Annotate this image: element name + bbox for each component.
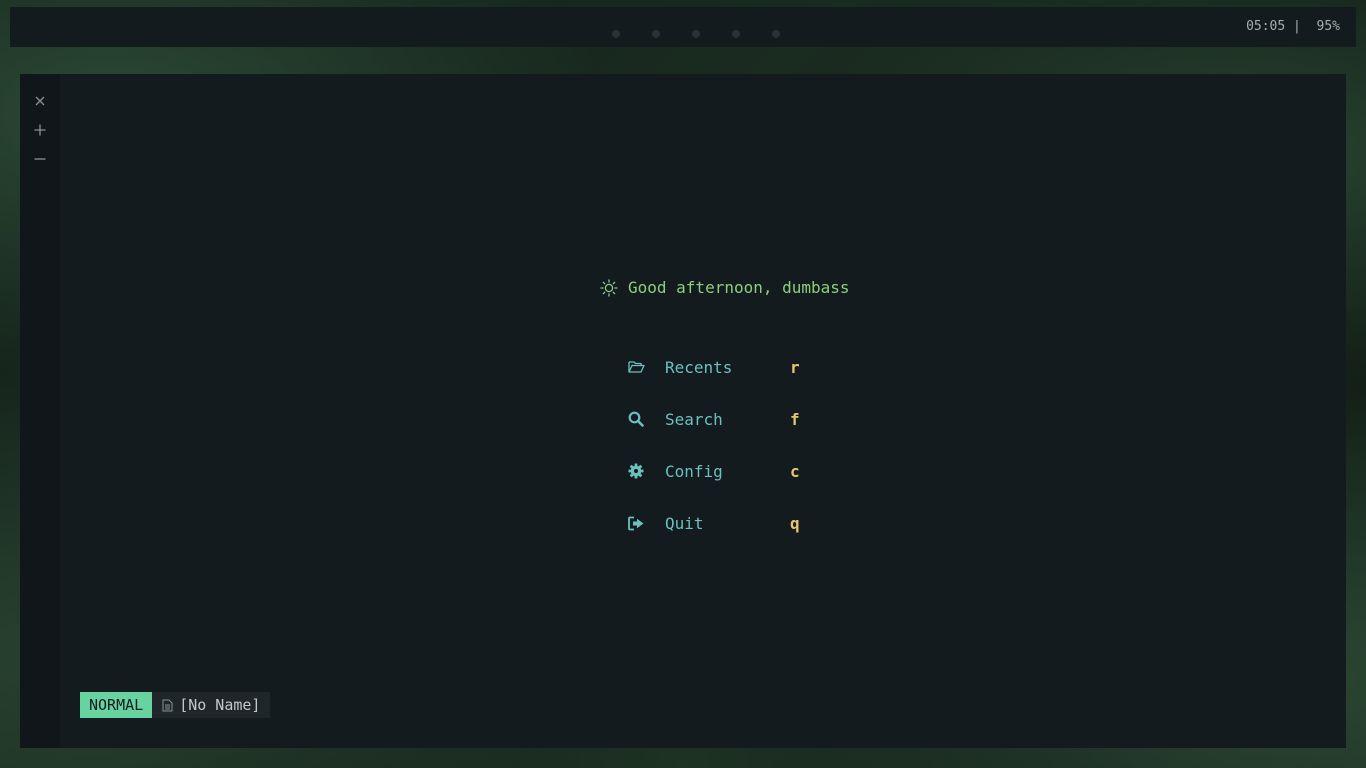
workspace-dot-3[interactable] xyxy=(692,30,700,38)
clock: 05:05 xyxy=(1246,19,1286,34)
minus-icon xyxy=(34,158,46,160)
search-icon xyxy=(627,410,645,428)
menu-item-label: Recents xyxy=(665,357,733,377)
workspace-dot-4[interactable] xyxy=(732,30,740,38)
close-icon xyxy=(35,96,45,106)
window-controls-gutter xyxy=(20,74,60,748)
menu-item-config[interactable]: Config c xyxy=(627,458,800,484)
editor-window: Good afternoon, dumbass Recents r Search… xyxy=(20,74,1346,748)
dashboard-greeting: Good afternoon, dumbass xyxy=(600,278,850,297)
top-bar: 05:05 | 95% xyxy=(10,7,1356,47)
battery-level: 95% xyxy=(1316,19,1340,34)
greeting-text: Good afternoon, dumbass xyxy=(628,278,850,297)
close-window-button[interactable] xyxy=(20,90,60,112)
maximize-window-button[interactable] xyxy=(20,119,60,141)
workspace-indicators xyxy=(612,30,780,38)
mode-indicator: NORMAL xyxy=(80,692,153,718)
dashboard-menu: Recents r Search f Config c Quit q xyxy=(627,354,800,562)
menu-item-label: Config xyxy=(665,461,723,481)
file-name: [No Name] xyxy=(179,696,261,714)
system-status: 05:05 | 95% xyxy=(1246,19,1340,34)
menu-item-recents[interactable]: Recents r xyxy=(627,354,800,380)
menu-item-search[interactable]: Search f xyxy=(627,406,800,432)
file-icon xyxy=(162,699,173,711)
status-line: NORMAL [No Name] xyxy=(80,692,271,718)
workspace-dot-5[interactable] xyxy=(772,30,780,38)
workspace-dot-2[interactable] xyxy=(652,30,660,38)
menu-item-label: Quit xyxy=(665,513,704,533)
menu-item-quit[interactable]: Quit q xyxy=(627,510,800,536)
menu-item-shortcut: r xyxy=(790,357,800,377)
workspace-dot-1[interactable] xyxy=(612,30,620,38)
file-info: [No Name] xyxy=(152,692,271,718)
sun-icon xyxy=(600,278,618,297)
status-separator: | xyxy=(1285,19,1309,34)
minimize-window-button[interactable] xyxy=(20,148,60,170)
menu-item-label: Search xyxy=(665,409,723,429)
gear-icon xyxy=(627,462,645,480)
menu-item-shortcut: c xyxy=(790,461,800,481)
sign-out-icon xyxy=(627,514,645,532)
menu-item-shortcut: q xyxy=(790,513,800,533)
plus-icon xyxy=(34,124,46,136)
menu-item-shortcut: f xyxy=(790,409,800,429)
folder-open-icon xyxy=(627,358,645,376)
